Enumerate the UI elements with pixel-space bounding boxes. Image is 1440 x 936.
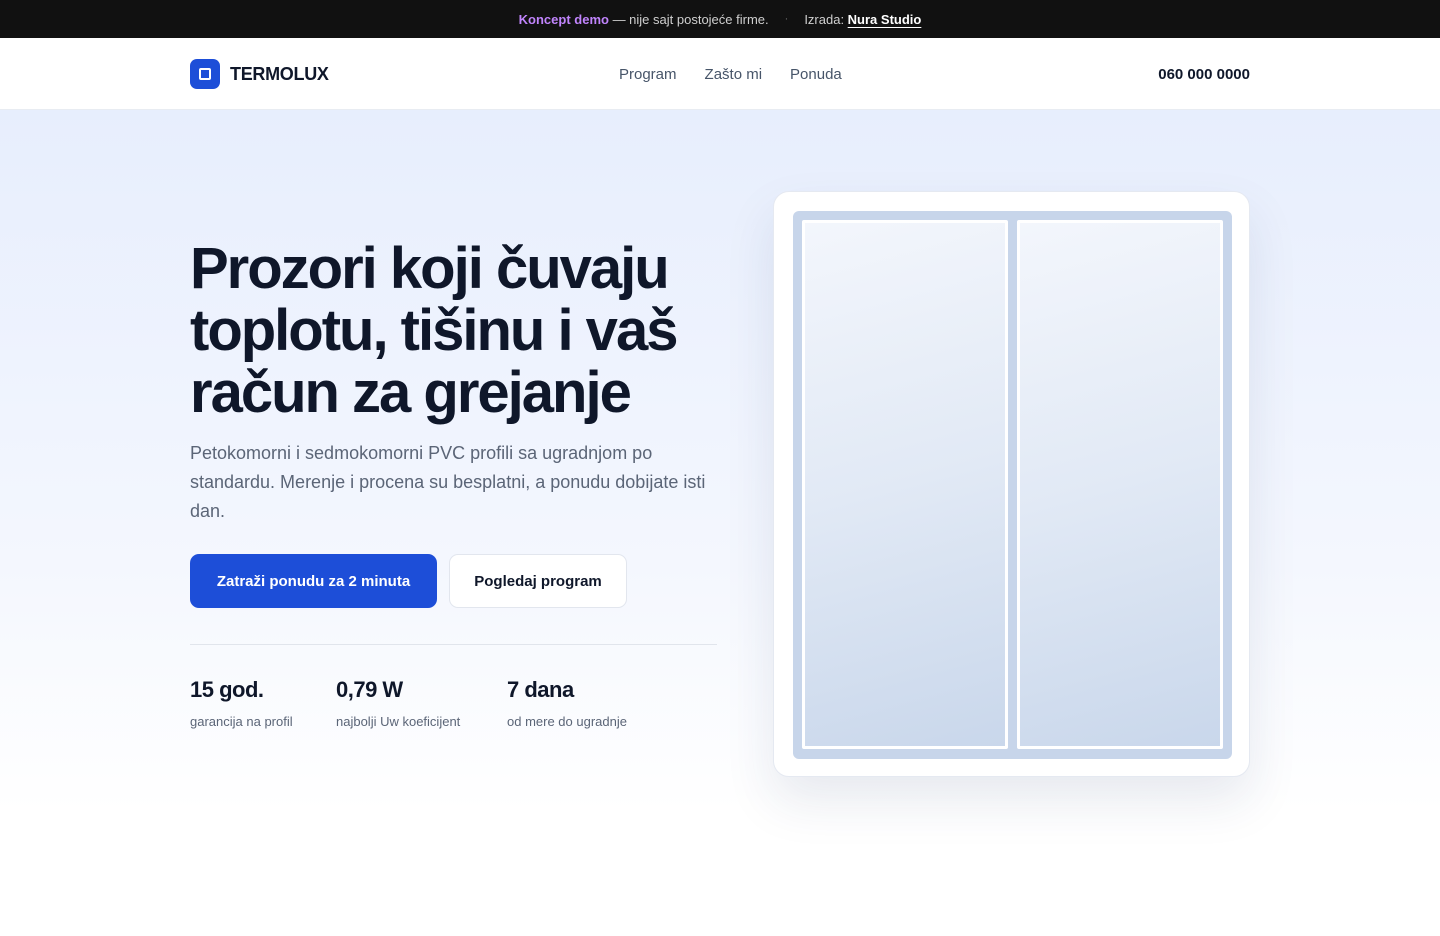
brand-logo[interactable]: TERMOLUX	[190, 59, 329, 89]
window-pane-left	[802, 220, 1008, 749]
author-prefix: Izrada:	[804, 11, 848, 27]
stat-uw-coefficient: 0,79 W najbolji Uw koeficijent	[336, 676, 460, 729]
hero-subtitle: Petokomorni i sedmokomorni PVC profili s…	[190, 443, 706, 521]
stat-value: 0,79 W	[336, 677, 403, 702]
phone-link[interactable]: 060 000 0000	[1158, 38, 1250, 110]
nav-link-zasto-mi[interactable]: Zašto mi	[705, 66, 763, 83]
stat-delivery-time: 7 dana od mere do ugradnje	[507, 676, 627, 729]
brand-name: TERMOLUX	[230, 63, 329, 84]
stat-label: garancija na profil	[190, 714, 293, 729]
stat-label: najbolji Uw koeficijent	[336, 714, 461, 729]
nav-link-program[interactable]: Program	[619, 66, 677, 83]
banner-separator: ·	[784, 13, 789, 25]
hero-section: Prozori koji čuvaju toplotu, tišinu i va…	[0, 110, 1440, 936]
nav-links: Program Zašto mi Ponuda	[619, 38, 842, 110]
window-pane-right	[1017, 220, 1223, 749]
view-program-button[interactable]: Pogledaj program	[449, 554, 627, 608]
window-illustration-card	[773, 191, 1250, 777]
stat-value: 15 god.	[190, 677, 264, 702]
request-quote-button[interactable]: Zatraži ponudu za 2 minuta	[190, 554, 437, 608]
author-link[interactable]: Nura Studio	[848, 12, 922, 27]
hero-title: Prozori koji čuvaju toplotu, tišinu i va…	[190, 236, 678, 425]
demo-banner: Koncept demo — nije sajt postojeće firme…	[0, 0, 1440, 38]
stat-label: od mere do ugradnje	[507, 714, 627, 729]
square-window-icon	[190, 59, 220, 89]
stat-value: 7 dana	[507, 677, 574, 702]
demo-label: Koncept demo	[518, 11, 609, 27]
hero-divider	[190, 644, 717, 645]
main-navbar: TERMOLUX Program Zašto mi Ponuda 060 000…	[0, 38, 1440, 110]
nav-link-ponuda[interactable]: Ponuda	[790, 66, 842, 83]
stat-warranty: 15 god. garancija na profil	[190, 676, 293, 729]
demo-note: — nije sajt postojeće firme.	[608, 11, 769, 27]
window-frame	[793, 211, 1232, 759]
